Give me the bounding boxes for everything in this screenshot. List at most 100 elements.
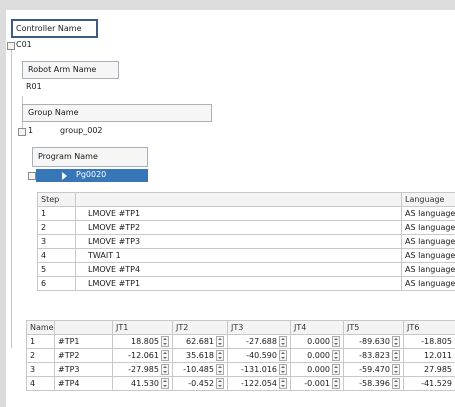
step-column-header[interactable]: Step xyxy=(37,192,76,207)
jt5-value[interactable]: -59.470 xyxy=(343,362,404,377)
spinner-icon[interactable] xyxy=(332,378,340,389)
jt4-column-header[interactable]: JT4 xyxy=(290,320,344,335)
jt5-column-header[interactable]: JT5 xyxy=(343,320,404,335)
jt3-value[interactable]: -40.590 xyxy=(227,348,291,363)
step-command[interactable]: LMOVE #TP4 xyxy=(75,262,402,277)
jt2-value[interactable]: 35.618 xyxy=(172,348,228,363)
table-row[interactable]: 3 LMOVE #TP3 AS language xyxy=(37,234,455,249)
step-number: 2 xyxy=(37,220,76,235)
point-name[interactable]: #TP1 xyxy=(54,334,113,349)
point-name[interactable]: #TP3 xyxy=(54,362,113,377)
jt1-value[interactable]: -27.985 xyxy=(112,362,173,377)
command-column-header[interactable] xyxy=(75,192,402,207)
jt6-value[interactable]: 12.011 xyxy=(403,348,455,363)
spinner-icon[interactable] xyxy=(332,336,340,347)
program-row-selected[interactable]: Pg0020 xyxy=(36,169,148,182)
step-language[interactable]: AS language xyxy=(401,206,455,221)
spinner-icon[interactable] xyxy=(332,364,340,375)
step-language[interactable]: AS language xyxy=(401,262,455,277)
jt3-column-header[interactable]: JT3 xyxy=(227,320,291,335)
spinner-icon[interactable] xyxy=(161,378,169,389)
group-name-value[interactable]: group_002 xyxy=(60,126,160,138)
spinner-icon[interactable] xyxy=(161,350,169,361)
group-expand-icon[interactable] xyxy=(18,128,26,136)
spinner-icon[interactable] xyxy=(392,378,400,389)
table-row[interactable]: 4 #TP4 41.530 -0.452 -122.054 -0.001 -58… xyxy=(26,376,455,391)
jt5-value[interactable]: -58.396 xyxy=(343,376,404,391)
language-column-header[interactable]: Language xyxy=(401,192,455,207)
step-language[interactable]: AS language xyxy=(401,234,455,249)
jt4-value[interactable]: 0.000 xyxy=(290,362,344,377)
controller-name-value[interactable]: C01 xyxy=(16,40,96,52)
spinner-icon[interactable] xyxy=(392,364,400,375)
table-row[interactable]: 1 LMOVE #TP1 AS language xyxy=(37,206,455,221)
jt1-value[interactable]: -12.061 xyxy=(112,348,173,363)
name-column-header[interactable]: Name xyxy=(26,320,55,335)
jt6-value[interactable]: -18.805 xyxy=(403,334,455,349)
jt3-value[interactable]: -27.688 xyxy=(227,334,291,349)
jt2-value[interactable]: -0.452 xyxy=(172,376,228,391)
jt2-value[interactable]: -10.485 xyxy=(172,362,228,377)
spinner-icon[interactable] xyxy=(392,350,400,361)
step-command[interactable]: LMOVE #TP1 xyxy=(75,276,402,291)
point-name[interactable]: #TP2 xyxy=(54,348,113,363)
jt2-value[interactable]: 62.681 xyxy=(172,334,228,349)
jt3-value[interactable]: -131.016 xyxy=(227,362,291,377)
table-row[interactable]: 2 LMOVE #TP2 AS language xyxy=(37,220,455,235)
jt4-value[interactable]: 0.000 xyxy=(290,334,344,349)
jt3-value[interactable]: -122.054 xyxy=(227,376,291,391)
jt6-value[interactable]: -41.529 xyxy=(403,376,455,391)
step-language[interactable]: AS language xyxy=(401,220,455,235)
step-language[interactable]: AS language xyxy=(401,276,455,291)
spinner-icon[interactable] xyxy=(216,350,224,361)
table-row[interactable]: 6 LMOVE #TP1 AS language xyxy=(37,276,455,291)
point-number: 3 xyxy=(26,362,55,377)
step-command[interactable]: LMOVE #TP1 xyxy=(75,206,402,221)
step-language[interactable]: AS language xyxy=(401,248,455,263)
program-name-header[interactable]: Program Name xyxy=(32,147,148,167)
point-name-column-header[interactable] xyxy=(54,320,113,335)
jt1-value[interactable]: 18.805 xyxy=(112,334,173,349)
group-name-header[interactable]: Group Name xyxy=(22,104,212,122)
jt6-value[interactable]: 27.985 xyxy=(403,362,455,377)
program-name-value: Pg0020 xyxy=(76,170,107,179)
jt6-column-header[interactable]: JT6 xyxy=(403,320,455,335)
jt4-value[interactable]: -0.001 xyxy=(290,376,344,391)
spinner-icon[interactable] xyxy=(216,378,224,389)
spinner-icon[interactable] xyxy=(279,364,287,375)
step-command[interactable]: LMOVE #TP3 xyxy=(75,234,402,249)
robot-arm-name-value[interactable]: R01 xyxy=(26,82,106,94)
spinner-icon[interactable] xyxy=(332,350,340,361)
controller-name-header[interactable]: Controller Name xyxy=(11,19,98,38)
step-command[interactable]: LMOVE #TP2 xyxy=(75,220,402,235)
points-table: Name JT1 JT2 JT3 JT4 JT5 JT6 1 #TP1 18.8… xyxy=(26,320,455,391)
spinner-icon[interactable] xyxy=(161,336,169,347)
table-row[interactable]: 3 #TP3 -27.985 -10.485 -131.016 0.000 -5… xyxy=(26,362,455,377)
robot-arm-name-header[interactable]: Robot Arm Name xyxy=(22,61,119,79)
jt1-column-header[interactable]: JT1 xyxy=(112,320,173,335)
step-number: 4 xyxy=(37,248,76,263)
jt2-column-header[interactable]: JT2 xyxy=(172,320,228,335)
spinner-icon[interactable] xyxy=(216,364,224,375)
spinner-icon[interactable] xyxy=(161,364,169,375)
controller-expand-icon[interactable] xyxy=(7,42,15,50)
table-row[interactable]: 1 #TP1 18.805 62.681 -27.688 0.000 -89.6… xyxy=(26,334,455,349)
step-command[interactable]: TWAIT 1 xyxy=(75,248,402,263)
spinner-icon[interactable] xyxy=(279,350,287,361)
jt5-value[interactable]: -89.630 xyxy=(343,334,404,349)
spinner-icon[interactable] xyxy=(216,336,224,347)
spinner-icon[interactable] xyxy=(279,336,287,347)
table-row[interactable]: 4 TWAIT 1 AS language xyxy=(37,248,455,263)
jt4-value[interactable]: 0.000 xyxy=(290,348,344,363)
tree-connector xyxy=(11,48,12,348)
table-row[interactable]: 5 LMOVE #TP4 AS language xyxy=(37,262,455,277)
jt5-value[interactable]: -83.823 xyxy=(343,348,404,363)
spinner-icon[interactable] xyxy=(279,378,287,389)
row-pointer-icon xyxy=(62,172,67,180)
point-number: 1 xyxy=(26,334,55,349)
table-row[interactable]: 2 #TP2 -12.061 35.618 -40.590 0.000 -83.… xyxy=(26,348,455,363)
program-expand-icon[interactable] xyxy=(28,172,36,180)
point-name[interactable]: #TP4 xyxy=(54,376,113,391)
spinner-icon[interactable] xyxy=(392,336,400,347)
jt1-value[interactable]: 41.530 xyxy=(112,376,173,391)
